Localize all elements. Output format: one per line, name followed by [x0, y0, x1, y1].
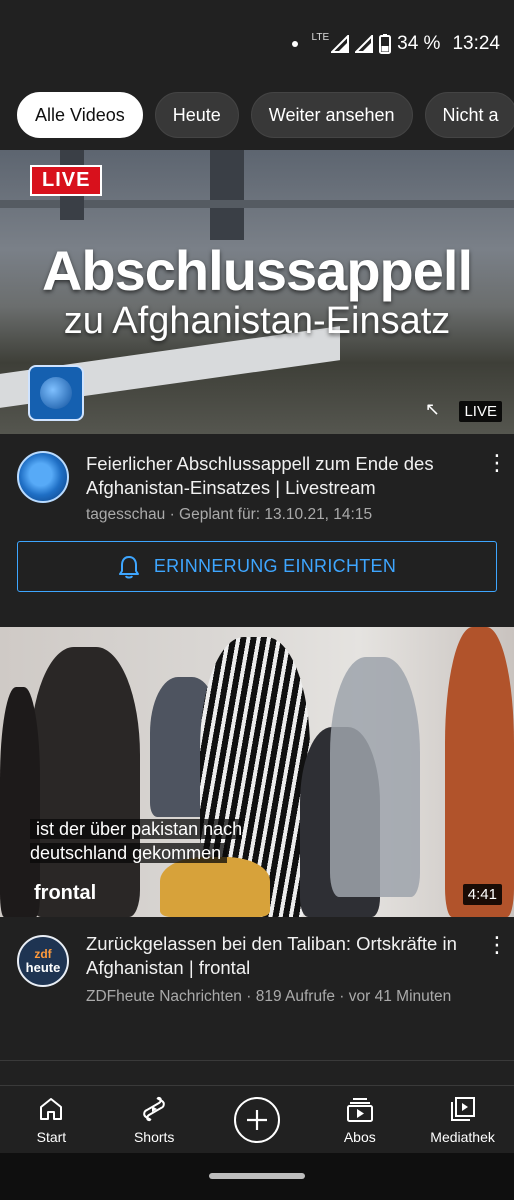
avatar-text-heute: heute	[25, 960, 61, 975]
channel-avatar-zdfheute[interactable]: zdf heute	[17, 935, 69, 987]
nav-subscriptions-label: Abos	[343, 1128, 376, 1145]
thumbnail-headline: Abschlussappell	[41, 239, 473, 302]
channel-avatar-tagesschau[interactable]	[17, 451, 69, 503]
chip-not-watched[interactable]: Nicht a	[424, 92, 514, 138]
video2-title[interactable]: Zurückgelassen bei den Taliban: Ortskräf…	[86, 932, 470, 980]
more-options-icon[interactable]: ⋮	[486, 450, 508, 476]
home-icon	[40, 1097, 63, 1120]
cursor-icon: ↖	[424, 399, 440, 419]
person-shape	[330, 657, 420, 897]
status-bar: LTE 34 % 13:24	[0, 0, 514, 82]
nav-library[interactable]: Mediathek	[411, 1086, 514, 1153]
nav-subscriptions[interactable]: Abos	[308, 1086, 411, 1153]
subscriptions-icon	[346, 1097, 373, 1122]
signal-icon-2	[355, 35, 374, 53]
nav-start-label: Start	[36, 1128, 67, 1145]
divider	[0, 1060, 514, 1061]
signal-icon	[331, 35, 350, 53]
notification-dot-icon	[291, 41, 298, 47]
video1-title[interactable]: Feierlicher Abschlussappell zum Ende des…	[86, 452, 470, 500]
chip-continue-watching[interactable]: Weiter ansehen	[250, 92, 413, 138]
bell-icon	[118, 555, 139, 578]
network-type: LTE	[311, 31, 330, 43]
nav-library-label: Mediathek	[430, 1128, 495, 1145]
filter-chips: Alle Videos Heute Weiter ansehen Nicht a	[17, 92, 514, 138]
avatar-text-zdf: zdf	[34, 947, 52, 961]
person-shape	[30, 647, 140, 917]
video2-thumbnail[interactable]: ist der über pakistan nach deutschland g…	[0, 627, 514, 917]
thumbnail-subheadline: zu Afghanistan-Einsatz	[63, 300, 451, 342]
create-icon	[233, 1096, 280, 1143]
nav-shorts[interactable]: Shorts	[103, 1086, 206, 1153]
set-reminder-label: ERINNERUNG EINRICHTEN	[153, 556, 397, 576]
clock: 13:24	[452, 33, 500, 54]
person-shape	[445, 627, 514, 917]
live-badge: LIVE	[30, 165, 103, 196]
library-icon	[450, 1096, 475, 1121]
bottom-navigation: Start Shorts Abos Mediathek	[0, 1085, 514, 1153]
more-options-icon[interactable]: ⋮	[486, 932, 508, 958]
video1-thumbnail[interactable]: LIVE Abschlussappell zu Afghanistan-Eins…	[0, 150, 514, 434]
video2-subtitle: ZDFheute Nachrichten · 819 Aufrufe · vor…	[86, 988, 452, 1005]
chip-all-videos[interactable]: Alle Videos	[17, 92, 143, 138]
nav-start[interactable]: Start	[0, 1086, 103, 1153]
person-shape	[160, 857, 270, 917]
hangar-structure	[210, 150, 244, 240]
live-label: LIVE	[459, 401, 502, 422]
home-gesture-handle[interactable]	[209, 1173, 305, 1179]
shorts-icon	[143, 1096, 165, 1121]
battery-icon	[379, 34, 392, 54]
system-gesture-bar	[0, 1153, 514, 1200]
video-duration: 4:41	[462, 884, 502, 905]
closed-caption: ist der über pakistan nach deutschland g…	[30, 819, 243, 863]
status-icons: LTE 34 % 13:24	[291, 31, 500, 55]
set-reminder-button[interactable]: ERINNERUNG EINRICHTEN	[17, 541, 497, 592]
chip-today[interactable]: Heute	[154, 92, 239, 138]
tagesschau-logo-icon	[28, 365, 84, 421]
battery-percent: 34 %	[397, 33, 441, 54]
frontal-brand-overlay: frontal	[34, 882, 97, 904]
video1-subtitle: tagesschau · Geplant für: 13.10.21, 14:1…	[86, 506, 373, 523]
nav-shorts-label: Shorts	[133, 1128, 175, 1145]
nav-create[interactable]	[206, 1086, 309, 1153]
